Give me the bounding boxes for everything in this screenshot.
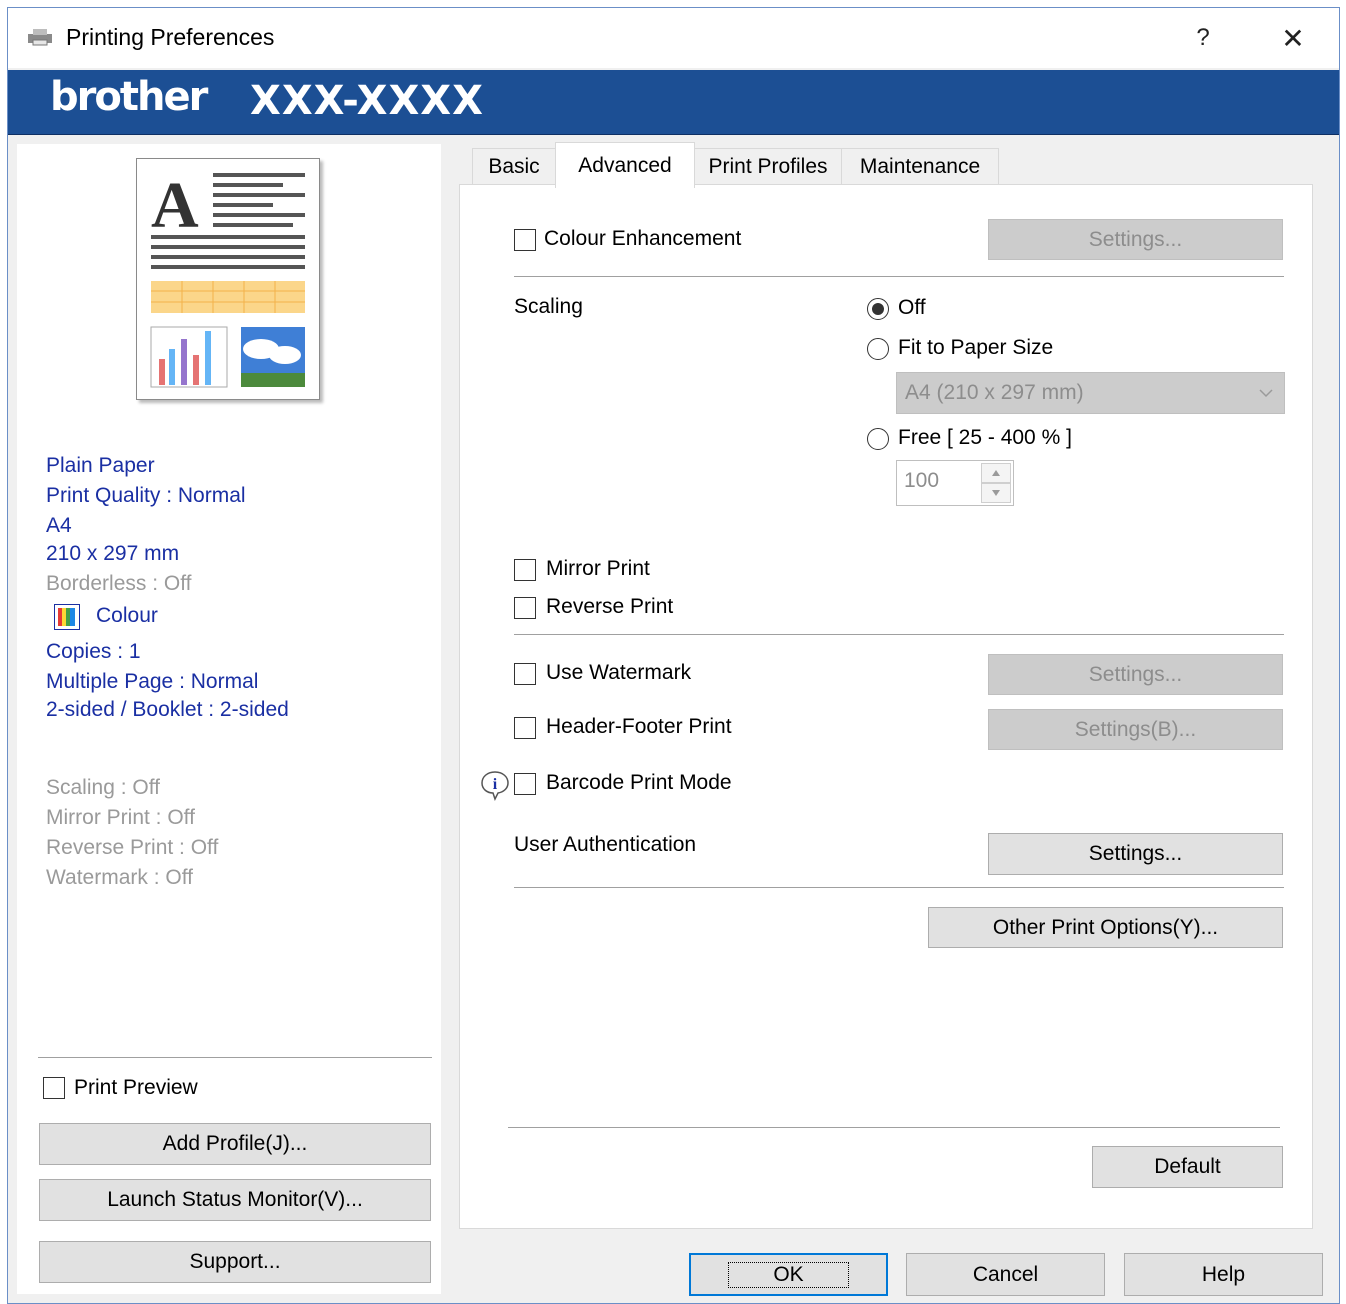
header-footer-checkbox[interactable] <box>514 717 536 739</box>
barcode-mode-label: Barcode Print Mode <box>546 771 732 794</box>
stepper-up-button[interactable] <box>981 463 1011 483</box>
model-name: XXX-XXXX <box>250 78 484 124</box>
watermark-settings-button[interactable]: Settings... <box>988 654 1283 695</box>
page-preview: A <box>136 158 320 400</box>
printer-icon <box>28 29 52 46</box>
colour-enhancement-checkbox[interactable] <box>514 229 536 251</box>
colour-enhancement-label: Colour Enhancement <box>544 227 742 250</box>
other-print-options-button[interactable]: Other Print Options(Y)... <box>928 907 1283 948</box>
summary-reverse: Reverse Print : Off <box>46 836 219 859</box>
use-watermark-label: Use Watermark <box>546 661 692 684</box>
print-preview-checkbox[interactable] <box>43 1077 65 1099</box>
summary-colour: Colour <box>96 604 158 627</box>
barcode-mode-checkbox[interactable] <box>514 773 536 795</box>
divider-1 <box>514 276 1284 278</box>
summary-media: Plain Paper <box>46 454 155 477</box>
scaling-free-label: Free [ 25 - 400 % ] <box>898 426 1072 449</box>
info-icon: i <box>481 771 509 801</box>
ok-label: OK <box>728 1261 849 1288</box>
svg-text:i: i <box>493 776 498 793</box>
colour-icon <box>54 604 80 630</box>
paper-size-select[interactable]: A4 (210 x 297 mm) <box>896 372 1285 414</box>
user-authentication-label: User Authentication <box>514 833 697 856</box>
summary-borderless: Borderless : Off <box>46 572 192 595</box>
summary-multiple-page: Multiple Page : Normal <box>46 670 259 693</box>
print-preview-label: Print Preview <box>74 1076 198 1099</box>
arrow-down-icon <box>992 490 1000 496</box>
preview-illustration: A <box>150 169 305 388</box>
mirror-print-checkbox[interactable] <box>514 559 536 581</box>
chevron-down-icon <box>1259 389 1273 398</box>
summary-paper: A4 <box>46 514 72 537</box>
reverse-print-checkbox[interactable] <box>514 597 536 619</box>
mirror-print-label: Mirror Print <box>546 557 650 580</box>
ok-button[interactable]: OK <box>689 1253 888 1296</box>
title-bar: Printing Preferences ? ✕ <box>8 8 1339 68</box>
tab-basic[interactable]: Basic <box>472 148 556 184</box>
summary-copies: Copies : 1 <box>46 640 141 663</box>
divider-2 <box>514 634 1284 636</box>
summary-dimensions: 210 x 297 mm <box>46 542 180 565</box>
launch-status-monitor-button[interactable]: Launch Status Monitor(V)... <box>39 1179 431 1221</box>
user-authentication-settings-button[interactable]: Settings... <box>988 833 1283 875</box>
paper-size-value: A4 (210 x 297 mm) <box>905 381 1084 404</box>
divider-3 <box>514 887 1284 889</box>
colour-enhancement-settings-button[interactable]: Settings... <box>988 219 1283 260</box>
scaling-label: Scaling <box>514 295 583 318</box>
summary-watermark: Watermark : Off <box>46 866 194 889</box>
scaling-fit-label: Fit to Paper Size <box>898 336 1054 359</box>
scaling-free-radio[interactable] <box>867 428 889 450</box>
help-title-button[interactable]: ? <box>1178 16 1228 60</box>
svg-text:A: A <box>151 169 199 242</box>
summary-scaling: Scaling : Off <box>46 776 161 799</box>
divider-4 <box>508 1127 1280 1129</box>
header-footer-settings-button[interactable]: Settings(B)... <box>988 709 1283 750</box>
use-watermark-checkbox[interactable] <box>514 663 536 685</box>
summary-two-sided: 2-sided / Booklet : 2-sided <box>46 698 289 721</box>
tab-print-profiles[interactable]: Print Profiles <box>694 148 842 184</box>
close-button[interactable]: ✕ <box>1268 16 1318 60</box>
support-button[interactable]: Support... <box>39 1241 431 1283</box>
summary-mirror: Mirror Print : Off <box>46 806 195 829</box>
help-button[interactable]: Help <box>1124 1253 1323 1296</box>
free-scale-stepper[interactable]: 100 <box>896 460 1014 506</box>
tab-maintenance[interactable]: Maintenance <box>841 148 999 184</box>
stepper-down-button[interactable] <box>981 483 1011 503</box>
reverse-print-label: Reverse Print <box>546 595 674 618</box>
header-footer-label: Header-Footer Print <box>546 715 732 738</box>
summary-quality: Print Quality : Normal <box>46 484 246 507</box>
left-divider <box>38 1057 432 1059</box>
arrow-up-icon <box>992 470 1000 476</box>
add-profile-button[interactable]: Add Profile(J)... <box>39 1123 431 1165</box>
cancel-button[interactable]: Cancel <box>906 1253 1105 1296</box>
scaling-fit-radio[interactable] <box>867 338 889 360</box>
scaling-off-radio[interactable] <box>867 298 889 320</box>
default-button[interactable]: Default <box>1092 1146 1283 1188</box>
brand-logo: brother <box>50 74 208 120</box>
window-title: Printing Preferences <box>66 24 275 50</box>
brand-banner: brother XXX-XXXX <box>8 70 1339 135</box>
free-scale-value: 100 <box>904 469 940 492</box>
scaling-off-label: Off <box>898 296 926 319</box>
tab-advanced[interactable]: Advanced <box>555 142 695 188</box>
